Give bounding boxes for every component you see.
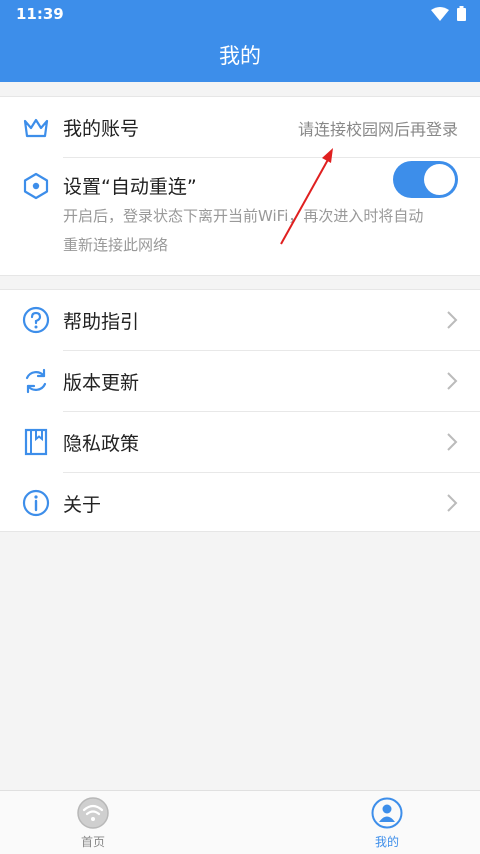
wifi-signal-icon [431,6,449,21]
chevron-right-icon [447,311,458,329]
battery-icon [457,6,466,21]
menu-card: 帮助指引 版本更新 隐私政策 关于 [0,289,480,532]
menu-item-privacy[interactable]: 隐私政策 [0,412,480,472]
tab-label: 我的 [374,835,399,849]
auto-reconnect-row: 设置“自动重连” 开启后，登录状态下离开当前WiFi，再次进入时将自动 重新连接… [0,158,480,276]
book-icon [24,428,48,456]
bottom-tab-bar: 首页 我的 [0,790,480,854]
user-icon [371,797,403,829]
menu-item-update[interactable]: 版本更新 [0,351,480,411]
menu-item-about[interactable]: 关于 [0,473,480,533]
status-bar: 11:39 [0,0,480,28]
page-title: 我的 [219,44,261,68]
crown-icon [23,118,49,138]
account-row[interactable]: 我的账号 请连接校园网后再登录 [0,97,480,157]
menu-item-help[interactable]: 帮助指引 [0,290,480,350]
tab-label: 首页 [80,835,105,849]
status-icons [431,6,466,21]
auto-reconnect-toggle[interactable] [393,161,458,198]
info-icon [22,489,50,517]
account-status-text: 请连接校园网后再登录 [297,120,458,139]
hexagon-icon [23,172,49,200]
question-icon [22,306,50,334]
wifi-icon [77,797,109,829]
menu-item-label: 关于 [63,494,102,516]
tab-mine[interactable]: 我的 [337,797,437,850]
tab-home[interactable]: 首页 [43,797,143,850]
description-line-2: 重新连接此网络 [63,236,169,254]
description-line-1: 开启后，登录状态下离开当前WiFi，再次进入时将自动 [63,207,424,225]
menu-item-label: 版本更新 [63,372,140,394]
toggle-knob [424,164,455,195]
app-header: 11:39 我的 [0,0,480,82]
menu-item-label: 隐私政策 [63,433,140,455]
account-card: 我的账号 请连接校园网后再登录 设置“自动重连” 开启后，登录状态下离开当前Wi… [0,96,480,276]
chevron-right-icon [447,372,458,390]
auto-reconnect-label: 设置“自动重连” [63,176,197,198]
auto-reconnect-description: 开启后，登录状态下离开当前WiFi，再次进入时将自动 重新连接此网络 [63,202,463,260]
account-label: 我的账号 [63,118,140,140]
chevron-right-icon [447,494,458,512]
refresh-icon [25,368,47,394]
chevron-right-icon [447,433,458,451]
menu-item-label: 帮助指引 [63,311,140,333]
status-time: 11:39 [16,5,64,23]
